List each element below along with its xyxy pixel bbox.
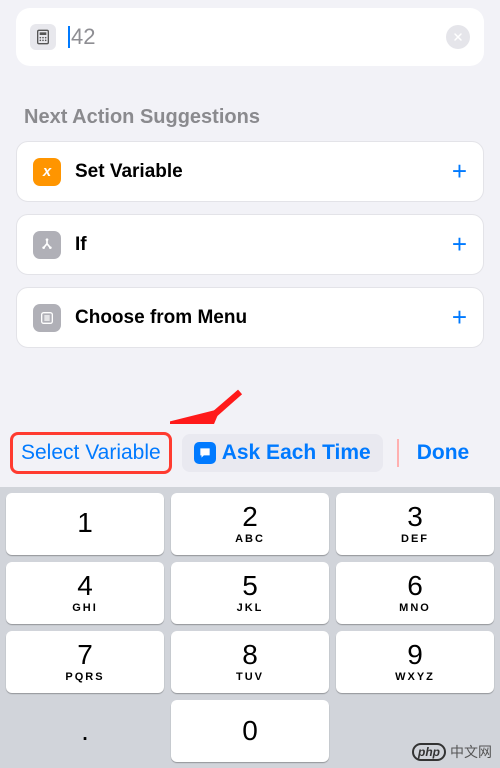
numeric-keypad: 1 2 ABC 3 DEF 4 GHI 5 JKL 6 MNO 7 PQRS 8… xyxy=(0,487,500,768)
ask-each-time-label: Ask Each Time xyxy=(222,441,371,465)
toolbar-divider xyxy=(397,439,399,467)
key-1[interactable]: 1 xyxy=(6,493,164,555)
watermark-text: 中文网 xyxy=(450,742,492,762)
number-input-card: 42 xyxy=(16,8,484,66)
key-0[interactable]: 0 xyxy=(171,700,329,762)
ask-each-time-button[interactable]: Ask Each Time xyxy=(182,434,383,472)
suggestion-label: Choose from Menu xyxy=(75,307,438,329)
watermark-logo: php xyxy=(412,743,446,761)
number-input[interactable]: 42 xyxy=(68,24,434,50)
key-4[interactable]: 4 GHI xyxy=(6,562,164,624)
variable-toolbar: Select Variable Ask Each Time Done xyxy=(0,424,500,482)
suggestion-label: If xyxy=(75,234,438,256)
branch-icon xyxy=(33,231,61,259)
suggestion-set-variable[interactable]: x Set Variable + xyxy=(16,141,484,202)
clear-input-button[interactable] xyxy=(446,25,470,49)
key-3[interactable]: 3 DEF xyxy=(336,493,494,555)
select-variable-button[interactable]: Select Variable xyxy=(10,432,172,474)
add-icon: + xyxy=(452,302,467,333)
menu-list-icon xyxy=(33,304,61,332)
message-icon xyxy=(194,442,216,464)
key-8[interactable]: 8 TUV xyxy=(171,631,329,693)
done-button[interactable]: Done xyxy=(413,441,474,465)
watermark: php 中文网 xyxy=(412,742,492,762)
suggestions-title: Next Action Suggestions xyxy=(24,106,476,129)
key-6[interactable]: 6 MNO xyxy=(336,562,494,624)
number-input-value: 42 xyxy=(68,24,95,49)
key-9[interactable]: 9 WXYZ xyxy=(336,631,494,693)
add-icon: + xyxy=(452,156,467,187)
suggestion-choose-menu[interactable]: Choose from Menu + xyxy=(16,287,484,348)
add-icon: + xyxy=(452,229,467,260)
key-5[interactable]: 5 JKL xyxy=(171,562,329,624)
key-7[interactable]: 7 PQRS xyxy=(6,631,164,693)
suggestion-if[interactable]: If + xyxy=(16,214,484,275)
suggestions-list: x Set Variable + If + Choose from Menu + xyxy=(0,141,500,348)
calculator-icon xyxy=(30,24,56,50)
key-dot[interactable]: . xyxy=(6,700,164,762)
suggestion-label: Set Variable xyxy=(75,161,438,183)
variable-x-icon: x xyxy=(33,158,61,186)
key-2[interactable]: 2 ABC xyxy=(171,493,329,555)
